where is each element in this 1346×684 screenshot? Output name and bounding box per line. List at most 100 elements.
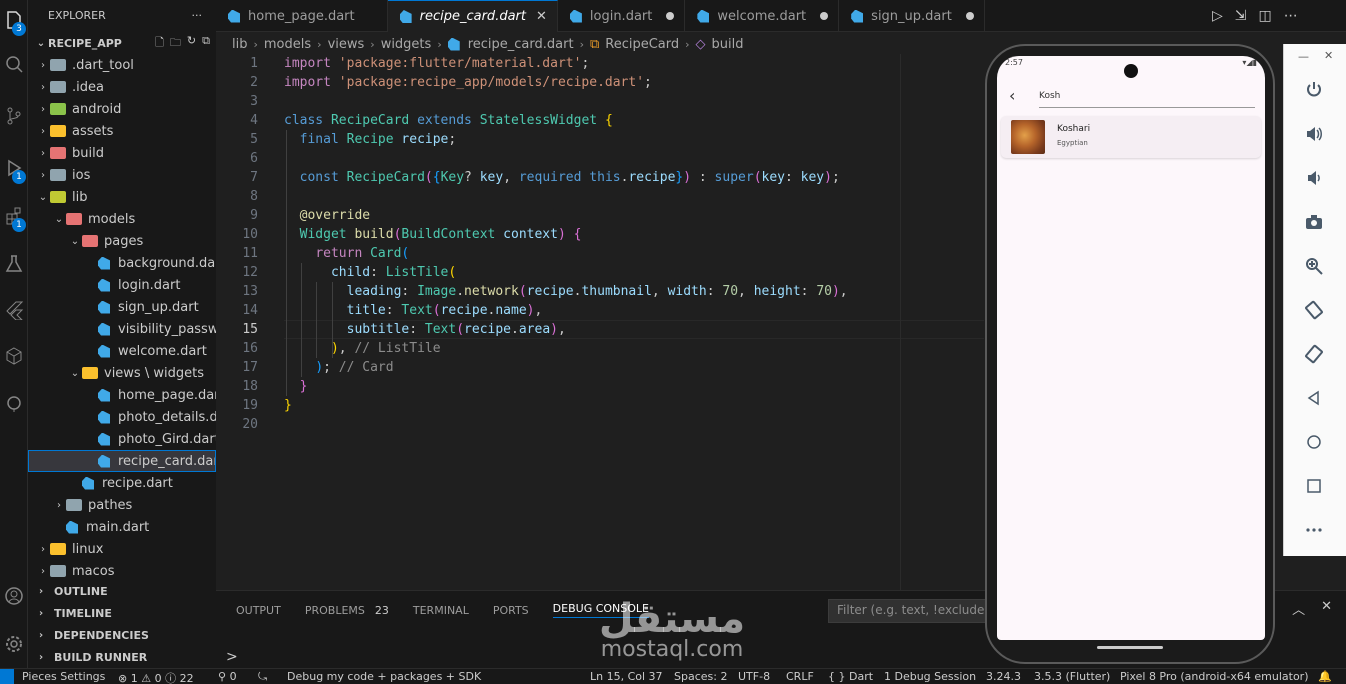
debug-session[interactable]: 1 Debug Session (884, 670, 976, 683)
tab-problems[interactable]: PROBLEMS 23 (305, 604, 389, 617)
more-actions-button[interactable]: ··· (192, 9, 203, 22)
close-emulator-icon[interactable]: ✕ (1324, 49, 1333, 62)
home-circle-icon[interactable] (1300, 428, 1328, 456)
rotate-right-icon[interactable] (1300, 340, 1328, 368)
settings-gear-icon[interactable] (0, 624, 28, 664)
breadcrumb-item[interactable]: build (712, 37, 744, 52)
project-root[interactable]: ⌄ RECIPE_APP 🗋 🗀 ↻ ⧉ (28, 30, 216, 56)
volume-down-icon[interactable] (1300, 164, 1328, 192)
folder-item[interactable]: › macos (28, 560, 216, 582)
file-item[interactable]: visibility_passwor... (28, 318, 216, 340)
rotate-left-icon[interactable] (1300, 296, 1328, 324)
account-icon[interactable] (0, 576, 28, 616)
folder-item[interactable]: › .idea (28, 76, 216, 98)
power-icon[interactable] (1300, 76, 1328, 104)
back-triangle-icon[interactable] (1300, 384, 1328, 412)
editor-tab[interactable]: sign_up.dart (839, 0, 985, 32)
folder-item[interactable]: › linux (28, 538, 216, 560)
flutter-version[interactable]: 3.5.3 (Flutter) (1034, 670, 1110, 683)
cursor-position[interactable]: Ln 15, Col 37 (590, 670, 663, 683)
close-tab-icon[interactable]: ✕ (536, 9, 547, 24)
package-icon[interactable] (0, 336, 28, 376)
debug-prompt[interactable]: > (226, 649, 238, 665)
indentation[interactable]: Spaces: 2 (674, 670, 727, 683)
folder-item[interactable]: › android (28, 98, 216, 120)
folder-item[interactable]: › assets (28, 120, 216, 142)
breadcrumb-item[interactable]: models (264, 37, 311, 52)
folder-item[interactable]: ⌄ pages (28, 230, 216, 252)
collapse-all-icon[interactable]: ⧉ (202, 34, 210, 53)
chevron-up-icon[interactable]: ︿ (1292, 599, 1305, 618)
breadcrumb-item[interactable]: views (328, 37, 365, 52)
folder-item[interactable]: › build (28, 142, 216, 164)
problems-summary[interactable]: ⊗ 1 ⚠ 0 ⓘ 22 (118, 670, 194, 684)
encoding[interactable]: UTF-8 (738, 670, 770, 683)
volume-up-icon[interactable] (1300, 120, 1328, 148)
tab-terminal[interactable]: TERMINAL (413, 604, 469, 617)
editor-tab[interactable]: recipe_card.dart ✕ (387, 0, 558, 32)
section-dependencies[interactable]: › DEPENDENCIES (28, 624, 216, 646)
run-debug-icon[interactable]: 1 (0, 148, 28, 188)
split-editor-icon[interactable]: ◫ (1259, 8, 1272, 24)
section-build-runner[interactable]: › BUILD RUNNER (28, 646, 216, 668)
phone-screen[interactable]: 2:57 ▾◢▮ ‹ Kosh Koshari Egyptian (997, 56, 1265, 640)
overview-square-icon[interactable] (1300, 472, 1328, 500)
new-folder-icon[interactable]: 🗀 (170, 34, 181, 53)
notifications-icon[interactable]: 🔔 (1318, 670, 1332, 683)
home-indicator[interactable] (1097, 646, 1163, 649)
tab-ports[interactable]: PORTS (493, 604, 529, 617)
section-outline[interactable]: › OUTLINE (28, 580, 216, 602)
file-item[interactable]: photo_Gird.dart (28, 428, 216, 450)
zoom-icon[interactable] (1300, 252, 1328, 280)
run-icon[interactable]: ▷ (1212, 8, 1223, 24)
file-item[interactable]: sign_up.dart (28, 296, 216, 318)
source-control-icon[interactable] (0, 96, 28, 136)
debug-filter-input[interactable]: Filter (e.g. text, !exclude, \es (828, 599, 988, 623)
folder-item[interactable]: ⌄ views \ widgets (28, 362, 216, 384)
folder-item[interactable]: › .dart_tool (28, 54, 216, 76)
editor-tab[interactable]: home_page.dart (216, 0, 388, 32)
file-item[interactable]: recipe_card.dart (28, 450, 216, 472)
tab-output[interactable]: OUTPUT (236, 604, 281, 617)
breadcrumb-item[interactable]: RecipeCard (605, 37, 679, 52)
minimize-icon[interactable]: — (1298, 50, 1309, 63)
remote-icon[interactable] (0, 384, 28, 424)
debug-config-icon[interactable]: ⤿ (258, 670, 267, 684)
explorer-icon[interactable]: 3 (0, 0, 28, 40)
close-icon[interactable]: ✕ (1321, 599, 1332, 618)
unsaved-dot-icon[interactable] (965, 12, 974, 20)
pieces-settings[interactable]: Pieces Settings (22, 670, 105, 683)
file-item[interactable]: recipe.dart (28, 472, 216, 494)
file-item[interactable]: login.dart (28, 274, 216, 296)
search-field[interactable]: Kosh (1039, 86, 1255, 108)
flutter-icon[interactable] (0, 290, 28, 330)
device-selector[interactable]: Pixel 8 Pro (android-x64 emulator) (1120, 670, 1309, 683)
more-options-icon[interactable] (1300, 516, 1328, 544)
unsaved-dot-icon[interactable] (666, 12, 675, 20)
breadcrumb-item[interactable]: widgets (381, 37, 432, 52)
breadcrumb-item[interactable]: lib (232, 37, 247, 52)
extensions-icon[interactable]: 1 (0, 196, 28, 236)
ports-status[interactable]: ⚲ 0 (218, 670, 237, 683)
more-icon[interactable]: ⋯ (1284, 8, 1298, 24)
folder-item[interactable]: › pathes (28, 494, 216, 516)
folder-item[interactable]: ⌄ models (28, 208, 216, 230)
new-file-icon[interactable]: 🗋 (155, 34, 164, 53)
folder-item[interactable]: › ios (28, 164, 216, 186)
unsaved-dot-icon[interactable] (820, 12, 829, 20)
end-of-line[interactable]: CRLF (786, 670, 814, 683)
screenshot-camera-icon[interactable] (1300, 208, 1328, 236)
editor-tab[interactable]: welcome.dart (685, 0, 840, 32)
testing-icon[interactable] (0, 244, 28, 284)
debug-config[interactable]: Debug my code + packages + SDK (287, 670, 481, 683)
editor-tab[interactable]: login.dart (558, 0, 686, 32)
file-item[interactable]: background.dart (28, 252, 216, 274)
file-item[interactable]: photo_details.dart (28, 406, 216, 428)
refresh-icon[interactable]: ↻ (187, 34, 196, 53)
code-editor[interactable]: 1 2 3 4 5 6 7 8 9 10 11 12 13 14 15 16 17 18 19 20 import '… (216, 54, 986, 590)
dart-version[interactable]: 3.24.3 (986, 670, 1021, 683)
file-item[interactable]: home_page.dart (28, 384, 216, 406)
recipe-card[interactable]: Koshari Egyptian (1001, 116, 1261, 158)
search-icon[interactable] (0, 44, 28, 84)
breadcrumb-item[interactable]: recipe_card.dart (468, 37, 574, 52)
